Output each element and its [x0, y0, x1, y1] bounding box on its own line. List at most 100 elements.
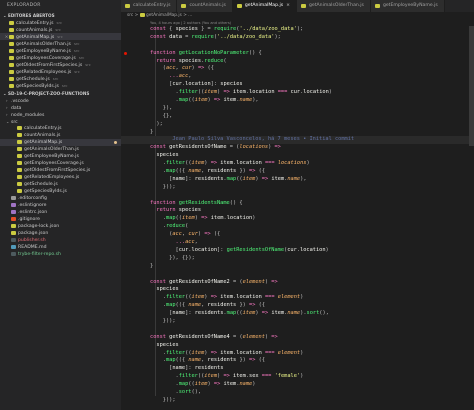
root-file-item[interactable]: README.md — [0, 244, 121, 251]
code-line[interactable]: const { species } = require('../data/zoo… — [121, 26, 474, 34]
code-line[interactable]: function getResidentsName() { — [121, 200, 474, 208]
code-line[interactable]: Jean Paulo Silva Vasconcelos, há 7 meses… — [121, 136, 474, 145]
code-line[interactable]: .map((item) => item.location) — [121, 215, 474, 223]
folder-item[interactable]: › .vscode — [0, 97, 121, 104]
open-editor-item[interactable]: getEmployeeByName.js src — [0, 47, 121, 54]
root-file-item[interactable]: trybe-filter-repo.sh — [0, 251, 121, 258]
root-file-item[interactable]: .editorconfig — [0, 195, 121, 202]
open-editor-item[interactable]: calculateEntry.js src — [0, 19, 121, 26]
editor-tab[interactable]: calculateEntry.js — [121, 0, 178, 12]
code-editor[interactable]: const { species } = require('../data/zoo… — [121, 26, 474, 410]
src-file-item[interactable]: getEmployeeByName.js — [0, 153, 121, 160]
code-line[interactable]: .map((item) => item.name), — [121, 97, 474, 105]
code-line[interactable]: })); — [121, 184, 474, 192]
breadcrumb-file[interactable]: getAnimalMap.js — [146, 13, 182, 18]
src-file-item[interactable]: getSpeciesByIds.js — [0, 188, 121, 195]
src-file-item[interactable]: calculateEntry.js — [0, 125, 121, 132]
folder-item[interactable]: ⌄ src — [0, 118, 121, 125]
folder-item[interactable]: › data — [0, 104, 121, 111]
code-line[interactable]: .reduce( — [121, 223, 474, 231]
open-editors-header[interactable]: ⌄ EDITORES ABERTOS — [0, 12, 121, 19]
code-line[interactable]: .filter((item) => item.location === elem… — [121, 350, 474, 358]
root-file-item[interactable]: package.json — [0, 230, 121, 237]
code-line[interactable] — [121, 192, 474, 200]
code-line[interactable]: [name]: residents.map((item) => item.nam… — [121, 176, 474, 184]
breadcrumb-symbol[interactable]: ... — [188, 13, 192, 18]
breakpoint-dot-icon[interactable] — [124, 51, 127, 55]
editor-tab[interactable]: getEmployeeByName.js — [370, 0, 445, 12]
root-file-item[interactable]: .gitignore — [0, 216, 121, 223]
open-editor-item[interactable]: × getAnimalMap.js src — [0, 33, 121, 40]
code-line[interactable]: .map(({ name, residents }) => ({ — [121, 302, 474, 310]
root-file-item[interactable]: publisher.sh — [0, 237, 121, 244]
src-file-item[interactable]: getEmployeesCoverage.js — [0, 160, 121, 167]
code-line[interactable]: (acc, cur) => ({ — [121, 65, 474, 73]
src-file-item[interactable]: getRelatedEmployees.js — [0, 174, 121, 181]
code-line[interactable]: }), {}); — [121, 255, 474, 263]
open-editor-item[interactable]: getSchedule.js src — [0, 75, 121, 82]
code-line[interactable]: ); — [121, 121, 474, 129]
code-line[interactable]: .filter((item) => item.location === elem… — [121, 294, 474, 302]
vertical-scrollbar[interactable] — [469, 26, 474, 410]
code-line[interactable]: species — [121, 152, 474, 160]
code-line[interactable]: .sort(), — [121, 389, 474, 397]
code-line[interactable]: return species.reduce( — [121, 58, 474, 66]
open-editor-item[interactable]: getAnimalsOlderThan.js src — [0, 40, 121, 47]
code-line[interactable]: [cur.location]: species — [121, 81, 474, 89]
code-line[interactable]: return species — [121, 207, 474, 215]
code-line[interactable]: })); — [121, 318, 474, 326]
src-file-item[interactable]: getSchedule.js — [0, 181, 121, 188]
code-line[interactable]: .filter((item) => item.location === loca… — [121, 160, 474, 168]
code-line[interactable]: [name]: residents — [121, 365, 474, 373]
src-file-item[interactable]: getAnimalMap.js — [0, 139, 121, 146]
code-line[interactable]: } — [121, 263, 474, 271]
open-editor-item[interactable]: getEmployeesCoverage.js src — [0, 54, 121, 61]
src-file-item[interactable]: getOldestFromFirstSpecies.js — [0, 167, 121, 174]
code-line[interactable]: (acc, cur) => ({ — [121, 231, 474, 239]
code-line[interactable]: const data = require('../data/zoo_data')… — [121, 34, 474, 42]
scrollbar-thumb[interactable] — [469, 26, 474, 146]
code-line[interactable]: ...acc, — [121, 73, 474, 81]
code-line[interactable]: const getResidentsOfName4 = (element) => — [121, 334, 474, 342]
breadcrumb-folder[interactable]: src — [127, 13, 133, 18]
open-editors-list: calculateEntry.js src countAnimals.js src × g… — [0, 19, 121, 89]
src-file-item[interactable]: countAnimals.js — [0, 132, 121, 139]
code-line[interactable]: ...acc, — [121, 239, 474, 247]
open-editor-item[interactable]: getOldestFromFirstSpecies.js src — [0, 61, 121, 68]
root-file-item[interactable]: package-lock.json — [0, 223, 121, 230]
code-line[interactable]: .map((item) => item.name) — [121, 381, 474, 389]
code-line[interactable] — [121, 326, 474, 334]
close-icon[interactable]: × — [286, 0, 290, 12]
code-line[interactable]: .filter((item) => item.sex === 'female') — [121, 373, 474, 381]
code-line[interactable]: function getLocationNoParameter() { — [121, 50, 474, 58]
root-file-item[interactable]: .eslintrc.json — [0, 209, 121, 216]
code-line[interactable]: [name]: residents.map((item) => item.nam… — [121, 310, 474, 318]
code-line[interactable]: .filter((item) => item.location === cur.… — [121, 89, 474, 97]
editor-tabs: calculateEntry.js countAnimals.js getAnima… — [121, 0, 474, 12]
open-editor-item[interactable]: countAnimals.js src — [0, 26, 121, 33]
code-line[interactable] — [121, 271, 474, 279]
file-folder-tag: src — [73, 41, 80, 46]
open-editor-item[interactable]: getRelatedEmployees.js src — [0, 68, 121, 75]
editor-tab[interactable]: getAnimalMap.js × — [232, 0, 297, 12]
code-line[interactable] — [121, 42, 474, 50]
code-line[interactable]: species — [121, 342, 474, 350]
breadcrumb-separator: > — [183, 13, 187, 18]
root-file-item[interactable]: .eslintignore — [0, 202, 121, 209]
folder-item[interactable]: › node_modules — [0, 111, 121, 118]
code-line[interactable]: .map(({ name, residents }) => ({ — [121, 168, 474, 176]
code-line[interactable]: {}, — [121, 113, 474, 121]
editor-tab[interactable]: getAnimalsOlderThan.js — [297, 0, 371, 12]
src-file-item[interactable]: getAnimalsOlderThan.js — [0, 146, 121, 153]
code-line[interactable]: species — [121, 286, 474, 294]
open-editor-item[interactable]: getSpeciesByIds.js src — [0, 82, 121, 89]
code-line[interactable]: const getResidentsOfName2 = (element) => — [121, 279, 474, 287]
editor-tab[interactable]: countAnimals.js — [177, 0, 233, 12]
code-line[interactable]: const getResidentsOfName = (locations) =… — [121, 144, 474, 152]
code-line[interactable]: })); — [121, 397, 474, 405]
code-line[interactable]: }), — [121, 105, 474, 113]
tab-label: getEmployeeByName.js — [382, 3, 438, 8]
code-line[interactable]: .map(({ name, residents }) => ({ — [121, 357, 474, 365]
code-line[interactable]: [cur.location]: getResidentsOfName(cur.l… — [121, 247, 474, 255]
project-header[interactable]: ⌄ SD-19-C-PROJECT-ZOO-FUNCTIONS — [0, 90, 121, 97]
